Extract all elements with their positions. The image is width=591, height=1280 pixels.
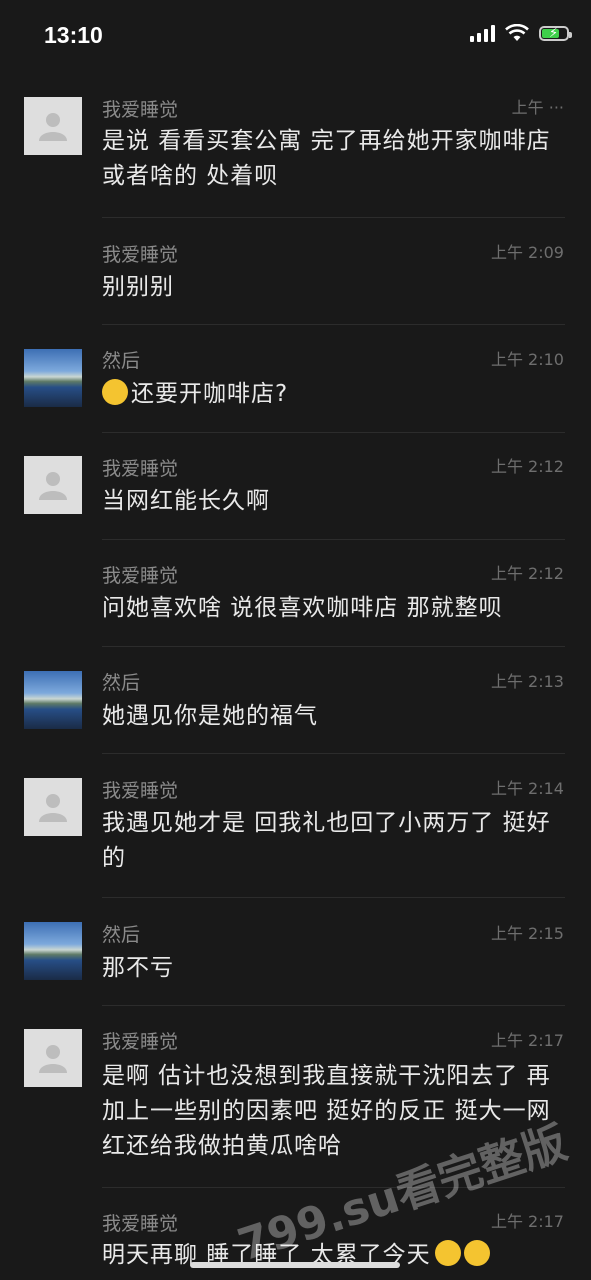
message-time: 上午 2:17 xyxy=(490,1212,564,1231)
home-indicator[interactable] xyxy=(190,1262,400,1268)
message-text: 当网红能长久啊 xyxy=(102,488,270,514)
message-time: 上午 2:10 xyxy=(490,350,564,369)
status-time: 13:10 xyxy=(44,22,103,48)
wifi-icon xyxy=(505,24,529,41)
sender-name: 我爱睡觉 xyxy=(102,99,179,121)
message-time: 上午 2:09 xyxy=(490,243,564,262)
sender-name: 我爱睡觉 xyxy=(102,1031,179,1053)
avatar[interactable] xyxy=(24,671,82,729)
message-text: 别别别 xyxy=(102,274,174,300)
sender-name: 然后 xyxy=(102,672,141,694)
divider xyxy=(102,1005,565,1006)
divider xyxy=(102,897,565,898)
message-time: 上午 2:12 xyxy=(490,564,564,583)
signal-icon xyxy=(470,24,495,42)
divider xyxy=(102,432,565,433)
message-text: 是说 看看买套公寓 完了再给她开家咖啡店或者啥的 处着呗 xyxy=(102,128,551,189)
sender-name: 我爱睡觉 xyxy=(102,780,179,802)
divider xyxy=(102,646,565,647)
divider xyxy=(102,217,565,218)
message-time: 上午 2:13 xyxy=(490,672,564,691)
sender-name: 我爱睡觉 xyxy=(102,458,179,480)
message-text: 那不亏 xyxy=(102,955,174,981)
status-icons: ⚡ xyxy=(470,24,572,42)
message-time: 上午 ··· xyxy=(511,98,564,117)
message-text: 她遇见你是她的福气 xyxy=(102,703,318,729)
sender-name: 我爱睡觉 xyxy=(102,565,179,587)
message-time: 上午 2:12 xyxy=(490,457,564,476)
laughing-crying-emoji-icon xyxy=(434,1240,461,1266)
message-time: 上午 2:17 xyxy=(490,1031,564,1050)
divider xyxy=(102,324,565,325)
sender-name: 然后 xyxy=(102,350,141,372)
avatar[interactable] xyxy=(24,349,82,407)
message-time: 上午 2:14 xyxy=(490,779,564,798)
avatar[interactable] xyxy=(24,97,82,155)
sender-name: 我爱睡觉 xyxy=(102,244,179,266)
avatar[interactable] xyxy=(24,1029,82,1087)
message-text: 还要开咖啡店? xyxy=(131,381,289,407)
avatar[interactable] xyxy=(24,456,82,514)
battery-charging-icon: ⚡ xyxy=(539,25,572,41)
avatar[interactable] xyxy=(24,922,82,980)
laughing-crying-emoji-icon xyxy=(102,379,128,405)
status-bar: 13:10 ⚡ xyxy=(0,0,591,72)
message-time: 上午 2:15 xyxy=(490,924,564,943)
message-text-row: 还要开咖啡店? xyxy=(102,377,561,412)
divider xyxy=(102,753,565,754)
message-text: 我遇见她才是 回我礼也回了小两万了 挺好的 xyxy=(102,810,551,871)
avatar[interactable] xyxy=(24,778,82,836)
sender-name: 我爱睡觉 xyxy=(102,1213,179,1235)
sender-name: 然后 xyxy=(102,924,141,946)
laughing-crying-emoji-icon xyxy=(463,1240,490,1266)
divider xyxy=(102,539,565,540)
message-text: 问她喜欢啥 说很喜欢咖啡店 那就整呗 xyxy=(102,595,503,621)
